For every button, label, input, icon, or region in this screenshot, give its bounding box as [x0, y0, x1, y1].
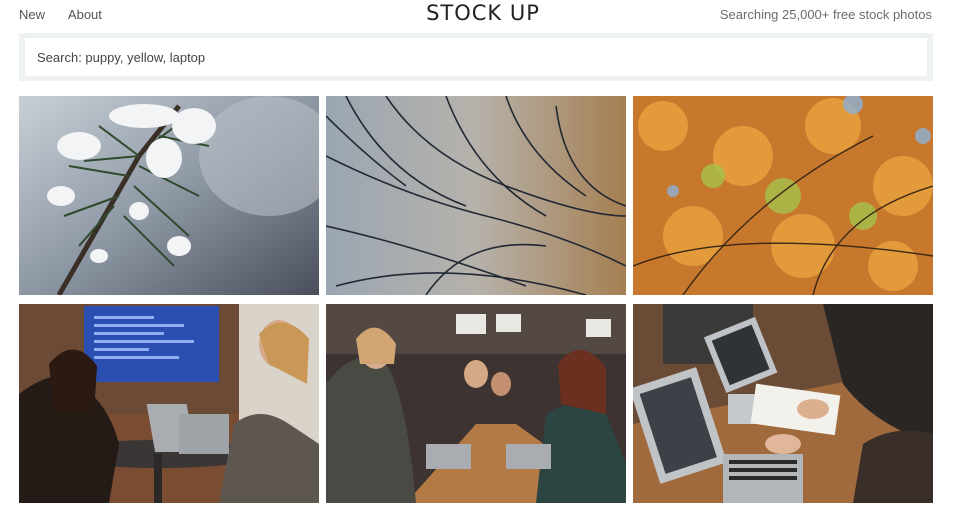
photo-snowy-pine	[19, 96, 319, 295]
search-container	[19, 33, 933, 81]
photo-tile-5[interactable]	[326, 304, 626, 503]
site-tagline: Searching 25,000+ free stock photos	[719, 7, 932, 22]
photo-women-laptops-table	[326, 304, 626, 503]
photo-women-talking	[19, 304, 319, 503]
photo-tile-6[interactable]	[633, 304, 933, 503]
top-bar: New About STOCK UP Searching 25,000+ fre…	[0, 0, 966, 30]
photo-laptops-hands	[633, 304, 933, 503]
photo-tile-3[interactable]	[633, 96, 933, 295]
photo-tile-2[interactable]	[326, 96, 626, 295]
photo-tile-4[interactable]	[19, 304, 319, 503]
photo-autumn-leaves	[633, 96, 933, 295]
photo-tile-1[interactable]	[19, 96, 319, 295]
photo-bare-branches	[326, 96, 626, 295]
search-input[interactable]	[25, 38, 927, 76]
